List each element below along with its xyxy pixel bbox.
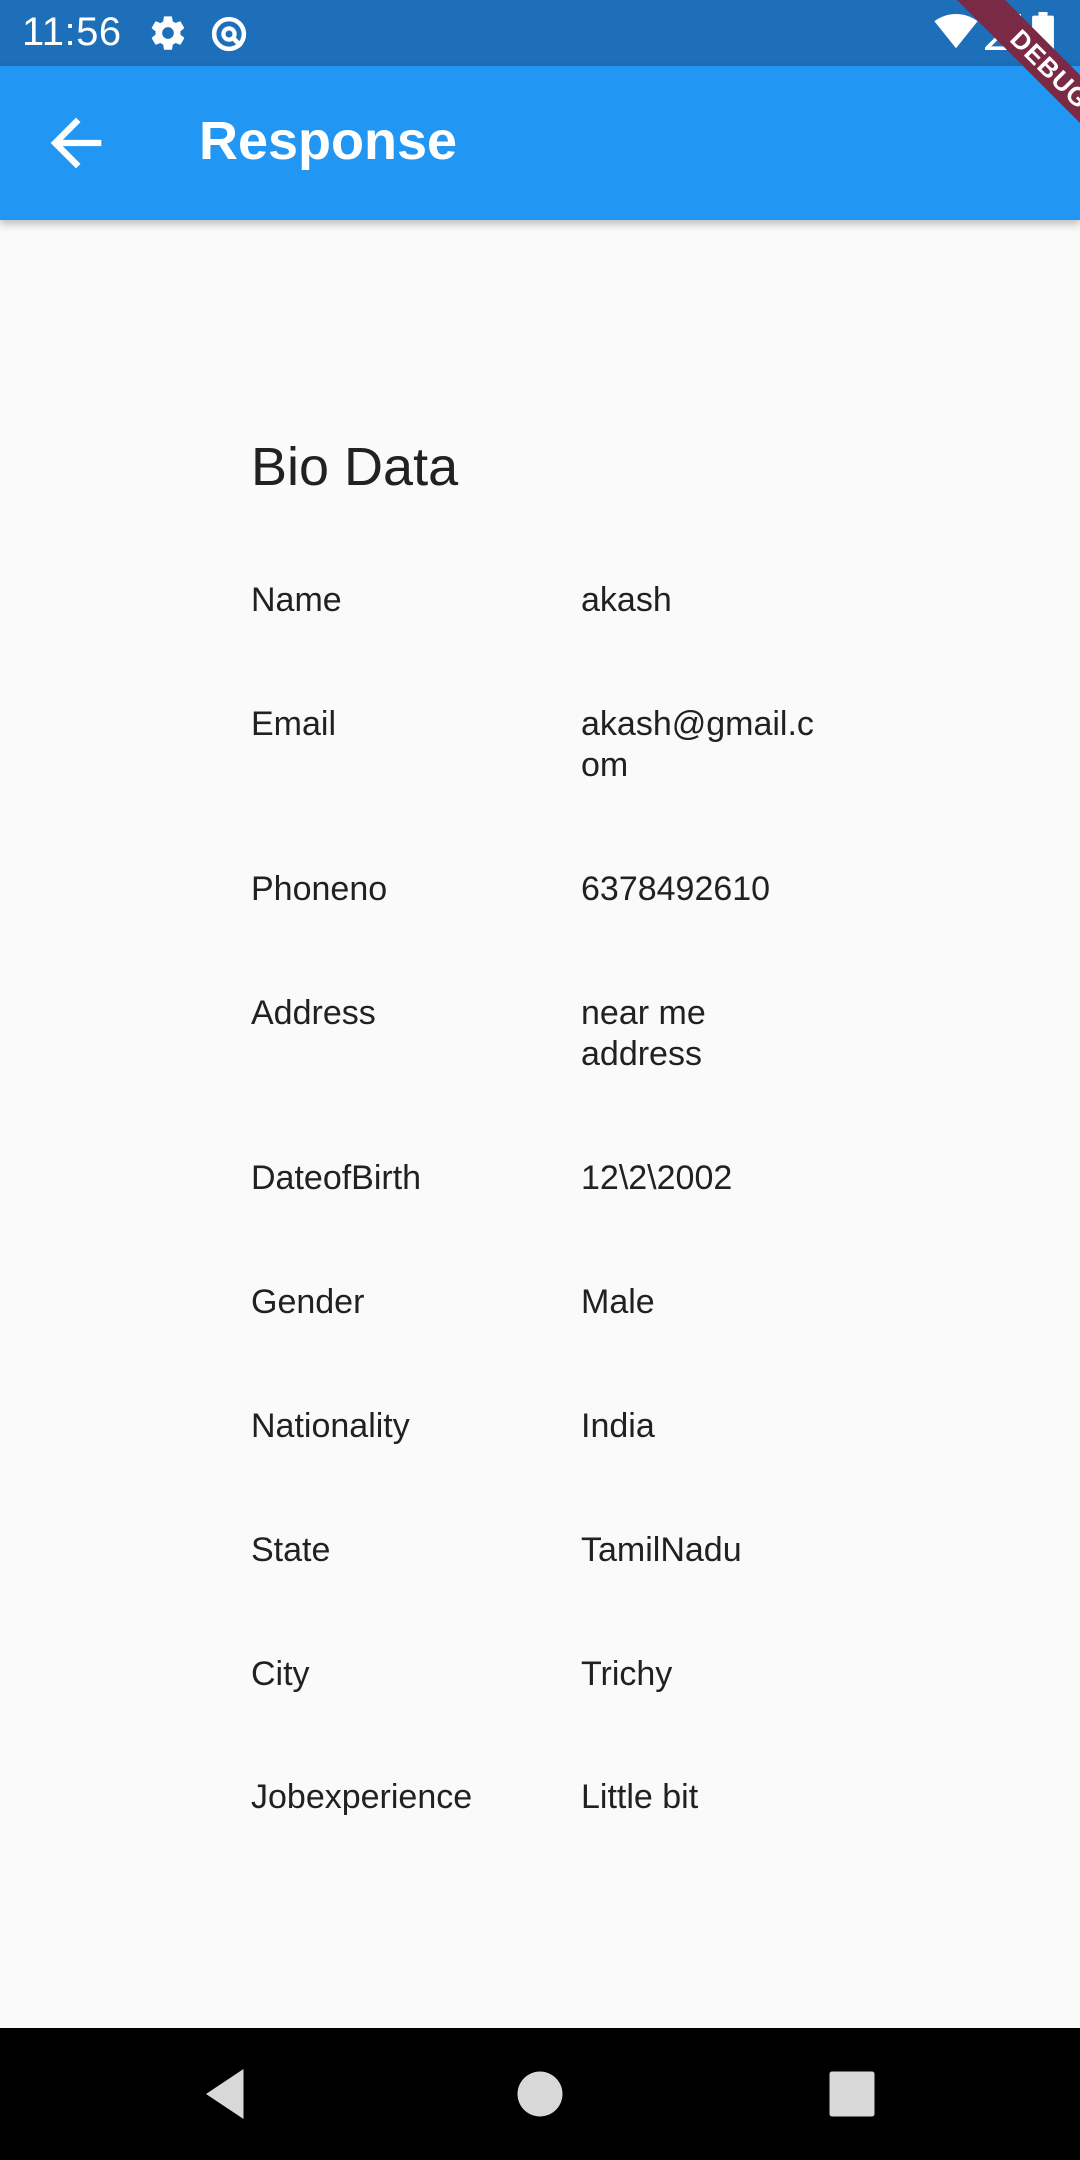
row-label: Phoneno (251, 870, 388, 908)
row-label: Gender (251, 1283, 365, 1321)
data-saver-icon (208, 13, 250, 60)
row-value: akash@gmail.com (581, 705, 814, 784)
recents-square-icon (829, 2071, 875, 2117)
bio-data-content: Bio Data Name akash Email akash@gmail.co… (0, 220, 1080, 2028)
nav-home-button[interactable] (510, 2064, 570, 2124)
status-time: 11:56 (22, 10, 122, 54)
row-value: India (581, 1407, 655, 1445)
row-label: Name (251, 581, 342, 619)
row-label: Address (251, 994, 376, 1032)
row-label: Jobexperience (251, 1778, 473, 1816)
row-value: Trichy (581, 1655, 673, 1693)
row-value: Male (581, 1283, 655, 1321)
row-value: Little bit (581, 1778, 699, 1816)
settings-icon (148, 13, 188, 58)
back-triangle-icon (206, 2069, 244, 2119)
row-label: State (251, 1531, 331, 1569)
row-label: Nationality (251, 1407, 410, 1445)
app-bar: Response (0, 66, 1080, 220)
page-title: Response (199, 111, 458, 171)
bio-data-title: Bio Data (251, 437, 459, 497)
row-value: akash (581, 581, 672, 619)
row-value: TamilNadu (581, 1531, 742, 1569)
status-bar: 11:56 (0, 0, 1080, 66)
home-circle-icon (517, 2071, 563, 2117)
signal-icon (982, 11, 1021, 55)
wifi-icon (934, 14, 978, 55)
nav-back-button[interactable] (196, 2064, 256, 2124)
row-label: Email (251, 705, 337, 743)
row-value: 6378492610 (581, 870, 771, 908)
nav-recents-button[interactable] (822, 2064, 882, 2124)
row-label: DateofBirth (251, 1159, 422, 1197)
row-value: near me address (581, 994, 706, 1073)
system-nav-bar (0, 2028, 1080, 2160)
battery-icon (1032, 12, 1054, 57)
row-value: 12\2\2002 (581, 1159, 733, 1197)
arrow-back-icon (50, 117, 102, 169)
back-button[interactable] (38, 105, 114, 181)
row-label: City (251, 1655, 310, 1693)
